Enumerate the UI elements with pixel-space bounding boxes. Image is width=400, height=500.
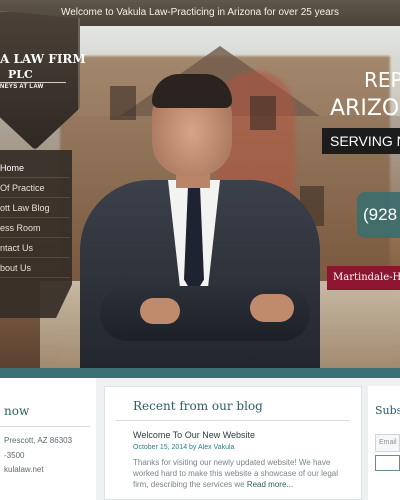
subscribe-title: Subsc	[375, 404, 400, 417]
nav-item-press-room[interactable]: ess Room	[0, 218, 70, 238]
accent-band	[0, 368, 400, 378]
contact-email[interactable]: kulalaw.net	[4, 465, 44, 474]
logo-plc: PLC	[8, 68, 33, 81]
nav-item-home[interactable]: Home	[0, 158, 70, 178]
blog-post-excerpt: Thanks for visiting our newly updated we…	[133, 457, 343, 490]
read-more-link[interactable]: Read more...	[247, 480, 293, 489]
nav-item-blog[interactable]: ott Law Blog	[0, 198, 70, 218]
blog-divider	[116, 420, 350, 421]
hero-serving-label: SERVING N	[322, 128, 400, 154]
email-input-secondary[interactable]	[375, 455, 400, 471]
logo-divider	[0, 82, 66, 83]
blog-title: Recent from our blog	[133, 399, 263, 413]
contact-title: now	[4, 404, 30, 418]
portrait-hand	[250, 294, 294, 322]
hero-headline-state: ARIZON	[330, 96, 400, 121]
phone-number[interactable]: (928	[357, 192, 400, 238]
portrait-hand	[140, 298, 180, 324]
nav-item-practice[interactable]: Of Practice	[0, 178, 70, 198]
contact-phone[interactable]: -3500	[4, 451, 24, 460]
logo-firm-name: A LAW FIRM	[0, 52, 86, 66]
hero-headline: REPF	[364, 68, 400, 92]
contact-divider	[0, 426, 90, 427]
blog-post-meta: October 15, 2014 by Alex Vakula	[133, 444, 235, 451]
nav-item-contact[interactable]: ntact Us	[0, 238, 70, 258]
contact-address: Prescott, AZ 86303	[4, 436, 73, 445]
portrait-hair	[152, 74, 232, 108]
blog-post-title[interactable]: Welcome To Our New Website	[133, 430, 255, 440]
martindale-badge[interactable]: Martindale-Hu	[327, 266, 400, 290]
logo-tagline: NEYS AT LAW	[0, 84, 44, 90]
attorney-portrait	[80, 74, 330, 375]
nav-item-about[interactable]: bout Us	[0, 258, 70, 278]
blog-excerpt-text: Thanks for visiting our newly updated we…	[133, 458, 338, 489]
email-input[interactable]: Email	[375, 434, 400, 452]
